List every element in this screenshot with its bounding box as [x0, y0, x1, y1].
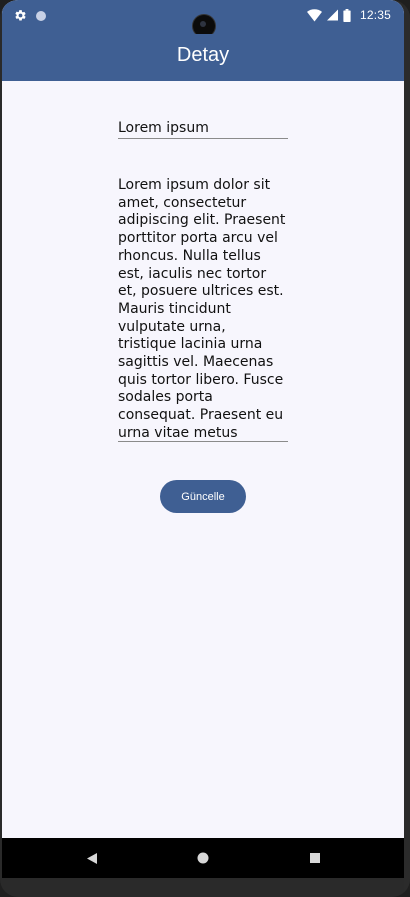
device-side-bezel: [404, 0, 410, 897]
navigation-bar: [2, 838, 404, 878]
status-left-icons: [14, 9, 47, 22]
recents-icon[interactable]: [305, 848, 325, 868]
device-frame: 12:35 Detay Lorem ipsum dolor sit amet, …: [0, 0, 410, 897]
body-textarea[interactable]: Lorem ipsum dolor sit amet, consectetur …: [118, 177, 288, 442]
page-title: Detay: [176, 43, 230, 66]
wifi-icon: [306, 8, 322, 22]
gear-icon: [14, 9, 27, 22]
update-button[interactable]: Güncelle: [160, 480, 246, 513]
status-bar: 12:35: [2, 0, 404, 37]
circle-dot-icon: [35, 10, 47, 22]
back-icon[interactable]: [82, 848, 102, 868]
signal-icon: [326, 9, 338, 21]
title-input[interactable]: [118, 118, 288, 139]
detail-form: Lorem ipsum dolor sit amet, consectetur …: [2, 81, 404, 838]
home-icon[interactable]: [193, 848, 213, 868]
screen: 12:35 Detay Lorem ipsum dolor sit amet, …: [2, 0, 404, 878]
app-bar: Detay: [2, 34, 404, 81]
battery-icon: [343, 8, 351, 22]
status-right-icons: 12:35: [306, 8, 391, 22]
status-time: 12:35: [359, 8, 391, 22]
